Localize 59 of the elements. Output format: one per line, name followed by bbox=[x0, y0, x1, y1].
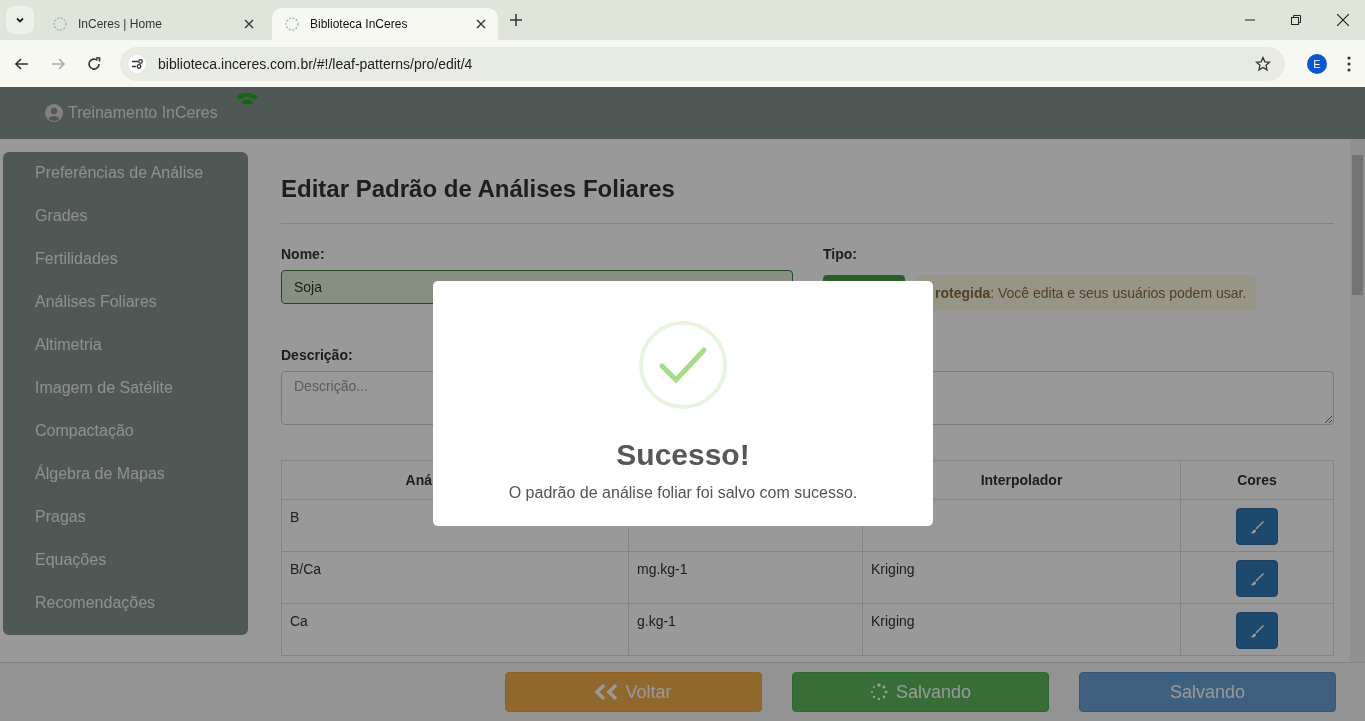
footer-button[interactable]: Voltar bbox=[505, 672, 762, 712]
sidebar-item[interactable]: Preferências de Análise bbox=[3, 162, 248, 205]
sidebar-item[interactable]: Imagem de Satélite bbox=[3, 377, 248, 420]
bookmark-star-icon[interactable] bbox=[1255, 55, 1271, 72]
brush-icon bbox=[1250, 623, 1264, 638]
column-header: Interpolador bbox=[980, 472, 1063, 488]
sidebar-item[interactable]: Compactação bbox=[3, 420, 248, 463]
column-header: Cores bbox=[1237, 472, 1277, 488]
sidebar-item[interactable]: Pragas bbox=[3, 506, 248, 549]
address-field[interactable]: biblioteca.inceres.com.br/#!/leaf-patterns/pro/edit/4 bbox=[120, 46, 1285, 81]
sidebar-item[interactable]: Álgebra de Mapas bbox=[3, 463, 248, 506]
sidebar-item[interactable]: Recomendações bbox=[3, 592, 248, 635]
type-note: rotegida: Você edita e seus usuários podem usar. bbox=[917, 275, 1257, 311]
sidebar-item[interactable]: Altimetria bbox=[3, 334, 248, 377]
table-cell: B/Ca bbox=[290, 561, 322, 577]
sidebar-item[interactable]: Análises Foliares bbox=[3, 291, 248, 334]
spinner-icon bbox=[869, 683, 888, 701]
table-cell: mg.kg-1 bbox=[637, 561, 688, 577]
site-settings-icon[interactable] bbox=[128, 54, 146, 73]
back-icon[interactable] bbox=[14, 55, 30, 72]
user-icon bbox=[45, 104, 63, 122]
color-button[interactable] bbox=[1236, 560, 1278, 597]
profile-avatar[interactable]: E bbox=[1307, 53, 1327, 74]
new-tab-icon[interactable] bbox=[510, 14, 522, 26]
table-cell: Kriging bbox=[871, 613, 915, 629]
user-name[interactable]: Treinamento InCeres bbox=[68, 104, 218, 122]
page-title: Editar Padrão de Análises Foliares bbox=[281, 175, 1334, 224]
field-label: Tipo: bbox=[823, 246, 858, 262]
brush-icon bbox=[1250, 571, 1264, 586]
dialog-title: Sucesso! bbox=[616, 438, 750, 472]
field-label: Nome: bbox=[281, 246, 326, 262]
browser-tab[interactable]: InCeres | Home bbox=[40, 8, 266, 40]
close-icon[interactable] bbox=[244, 19, 254, 29]
color-button[interactable] bbox=[1236, 508, 1278, 545]
restore-icon[interactable] bbox=[1291, 15, 1301, 25]
table-cell: Ca bbox=[290, 613, 308, 629]
table-cell: B bbox=[290, 509, 300, 525]
reload-icon[interactable] bbox=[86, 55, 102, 72]
loading-icon bbox=[52, 16, 68, 32]
sidebar-item[interactable]: Equações bbox=[3, 549, 248, 592]
loading-icon bbox=[284, 16, 300, 32]
color-button[interactable] bbox=[1236, 612, 1278, 649]
footer-button[interactable]: Salvando bbox=[792, 672, 1049, 712]
sidebar-item[interactable]: Fertilidades bbox=[3, 248, 248, 291]
table-cell: g.kg-1 bbox=[637, 613, 676, 629]
footer-button[interactable]: Salvando bbox=[1079, 672, 1336, 712]
browser-tab[interactable]: Biblioteca InCeres bbox=[272, 8, 498, 40]
table-cell: Kriging bbox=[871, 561, 915, 577]
success-check-icon bbox=[638, 320, 728, 410]
scrollbar[interactable] bbox=[1350, 139, 1365, 662]
close-icon[interactable] bbox=[1337, 14, 1349, 26]
wifi-icon bbox=[234, 93, 259, 107]
menu-icon[interactable] bbox=[1347, 55, 1351, 72]
sidebar-item[interactable]: Grades bbox=[3, 205, 248, 248]
column-header: Aná bbox=[405, 472, 432, 488]
field-label: Descrição: bbox=[281, 347, 354, 363]
brush-icon bbox=[1250, 519, 1264, 534]
dialog-message: O padrão de análise foliar foi salvo com sucesso. bbox=[508, 484, 858, 502]
close-icon[interactable] bbox=[476, 19, 486, 29]
